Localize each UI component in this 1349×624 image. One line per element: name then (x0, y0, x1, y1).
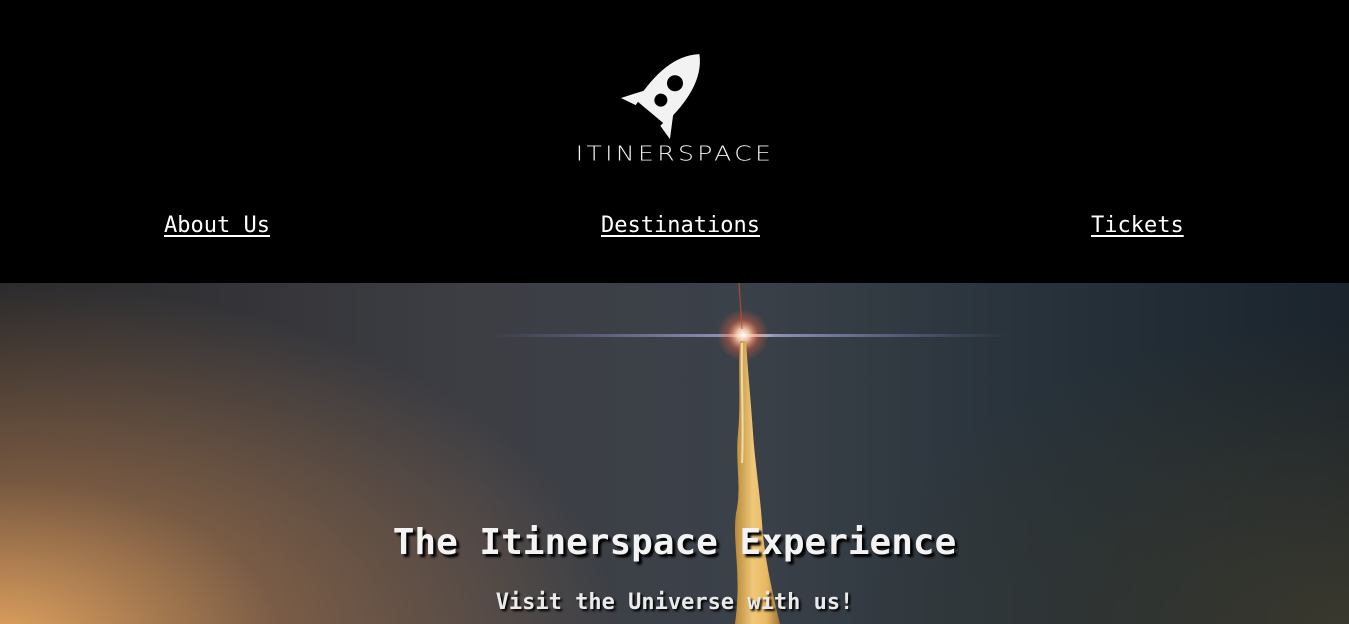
hero-title: The Itinerspace Experience (392, 522, 957, 563)
nav-link-tickets[interactable]: Tickets (1091, 212, 1184, 240)
nav-link-destinations[interactable]: Destinations (601, 212, 760, 240)
rocket-icon (620, 54, 700, 140)
site-logo[interactable]: ITINERSPACE (520, 44, 830, 168)
logo-wordmark: ITINERSPACE (575, 141, 775, 166)
hero-banner: The Itinerspace Experience Visit the Uni… (0, 283, 1349, 624)
nav-link-about-us[interactable]: About Us (164, 212, 270, 240)
rocket-launch-image (490, 283, 1010, 624)
site-header: ITINERSPACE About Us Destinations Ticket… (0, 0, 1349, 283)
hero-subtitle: Visit the Universe with us! (495, 590, 854, 615)
